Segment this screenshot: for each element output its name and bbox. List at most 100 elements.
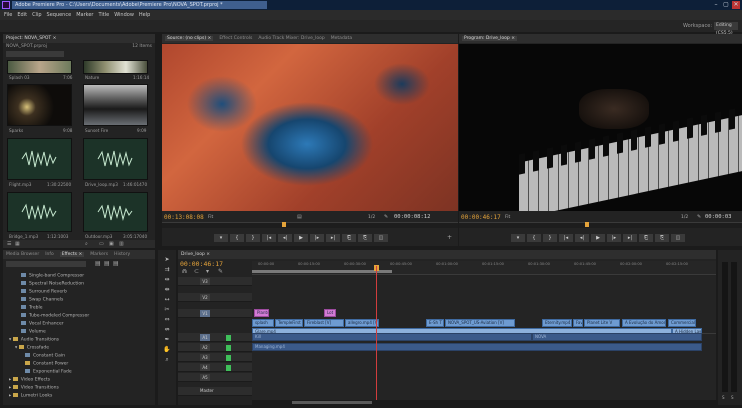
search-icon[interactable]: ⌕ (85, 241, 88, 247)
track-header-v1[interactable]: V1 (178, 309, 252, 318)
menu-help[interactable]: Help (139, 12, 150, 18)
slip-tool-icon[interactable]: ⇔ (163, 316, 171, 324)
maximize-button[interactable]: ▢ (722, 1, 730, 9)
audio-thumbnail[interactable] (83, 138, 148, 180)
go-to-in-button[interactable]: |◂ (262, 234, 276, 242)
track-label[interactable]: A4 (200, 364, 210, 371)
effect-item[interactable]: Spectral NoiseReduction (21, 281, 84, 287)
folder-crossfade[interactable]: ▾ Crossfade (15, 345, 49, 351)
track-header-a5[interactable]: A5 (178, 373, 252, 382)
rolling-edit-tool-icon[interactable]: ⇼ (163, 286, 171, 294)
track-header-a3[interactable]: A3 (178, 353, 252, 362)
transition-item[interactable]: Exponential Fade (25, 369, 72, 375)
folder-video-effects[interactable]: ▸ Video Effects (9, 377, 50, 383)
time-ruler[interactable]: 00:00:00 00:00:15:00 00:00:30:00 00:00:4… (252, 261, 716, 275)
clip[interactable]: Eternity.mp4 (542, 319, 572, 327)
add-button-icon[interactable]: + (447, 234, 452, 241)
step-back-button[interactable]: ◂| (575, 234, 589, 242)
solo-right-label[interactable]: S (731, 395, 734, 400)
trash-icon[interactable]: ▥ (119, 241, 124, 247)
project-search-input[interactable] (6, 51, 64, 57)
hand-tool-icon[interactable]: ✋ (163, 346, 171, 354)
list-view-icon[interactable]: ☰ (7, 241, 11, 247)
program-fit-select[interactable]: Fit (505, 215, 510, 220)
tab-program[interactable]: Program: Drive_loop × (462, 36, 517, 41)
menu-window[interactable]: Window (114, 12, 134, 18)
step-forward-button[interactable]: |▸ (607, 234, 621, 242)
solo-toggle[interactable] (226, 364, 231, 371)
icon-view-icon[interactable]: ▦ (15, 241, 20, 247)
effects-search-input[interactable] (6, 261, 86, 267)
clip[interactable]: NOVA_SPOT_US-Aviation [V] (445, 319, 515, 327)
go-to-out-button[interactable]: ▸| (326, 234, 340, 242)
folder-lumetri-looks[interactable]: ▸ Lumetri Looks (9, 393, 52, 399)
source-fit-select[interactable]: Fit (208, 215, 213, 220)
effect-item[interactable]: Vocal Enhancer (21, 321, 64, 327)
track-label[interactable]: A5 (200, 374, 210, 381)
play-button[interactable]: ▶ (591, 234, 605, 242)
clip[interactable]: TempleFirst (275, 319, 303, 327)
solo-left-label[interactable]: S (722, 395, 725, 400)
track-label[interactable]: A3 (200, 354, 210, 361)
clip[interactable]: Lot (324, 309, 336, 317)
32bit-effects-icon[interactable]: ▤ (104, 260, 110, 267)
thumbnail-nature[interactable] (83, 60, 148, 74)
playhead-line[interactable] (376, 266, 377, 400)
program-scrubber[interactable] (459, 222, 742, 228)
extract-button[interactable]: ⎘ (655, 234, 669, 242)
audio-clip[interactable]: Managing.mp4 (252, 343, 702, 351)
audio-clip[interactable]: Kill (252, 333, 532, 341)
overwrite-button[interactable]: ⎘ (358, 234, 372, 242)
program-resolution-select[interactable]: 1/2 (681, 215, 688, 220)
lift-button[interactable]: ⎗ (639, 234, 653, 242)
audio-clip[interactable]: NOVA (532, 333, 702, 341)
effect-item[interactable]: Surround Reverb (21, 289, 67, 295)
mark-out-button[interactable]: } (246, 234, 260, 242)
audio-thumbnail[interactable] (7, 138, 72, 180)
work-area-bar[interactable] (252, 270, 392, 273)
selection-tool-icon[interactable]: ➤ (163, 256, 171, 264)
settings-wrench-icon[interactable]: ✎ (384, 214, 388, 220)
track-label[interactable]: A2 (200, 344, 210, 351)
razor-tool-icon[interactable]: ✂ (163, 306, 171, 314)
clip[interactable]: Planet Lite V (584, 319, 620, 327)
accelerated-effects-icon[interactable]: ▤ (95, 260, 101, 267)
clip[interactable]: allegro.mp4 [V] (345, 319, 379, 327)
timeline-timecode[interactable]: 00:00:46:17 (180, 260, 223, 268)
menu-edit[interactable]: Edit (17, 12, 27, 18)
menu-title[interactable]: Title (98, 12, 109, 18)
timeline-settings-icon[interactable]: ✎ (218, 268, 223, 275)
ripple-edit-tool-icon[interactable]: ⇹ (163, 276, 171, 284)
tab-sequence[interactable]: Drive_loop × (181, 252, 210, 257)
source-video-frame[interactable] (162, 44, 458, 211)
go-to-in-button[interactable]: |◂ (559, 234, 573, 242)
snap-icon[interactable]: ⋒ (182, 268, 187, 275)
tab-audio-mixer[interactable]: Audio Track Mixer: Drive_loop (258, 36, 324, 41)
workspace-select[interactable]: Editing (CS5.5) (714, 22, 738, 36)
track-label[interactable]: A1 (200, 334, 210, 341)
solo-toggle[interactable] (226, 354, 231, 361)
timeline-horizontal-scrollbar[interactable] (252, 400, 716, 405)
thumbnail-sunset-fire[interactable] (83, 84, 148, 126)
clip[interactable]: splash (252, 319, 274, 327)
clip[interactable]: Fireblast [V] (304, 319, 344, 327)
source-playhead[interactable] (282, 222, 286, 227)
step-forward-button[interactable]: |▸ (310, 234, 324, 242)
track-header-a2[interactable]: A2 (178, 343, 252, 352)
close-button[interactable]: ✕ (732, 1, 740, 9)
pen-tool-icon[interactable]: ✒ (163, 336, 171, 344)
transition-item[interactable]: Constant Power (25, 361, 68, 367)
thumbnail-splash[interactable] (7, 60, 72, 74)
add-marker-icon[interactable]: ▾ (206, 268, 209, 275)
track-label[interactable]: V1 (200, 310, 210, 317)
audio-thumbnail[interactable] (7, 192, 72, 232)
tab-media-browser[interactable]: Media Browser (6, 252, 39, 257)
program-video-frame[interactable] (459, 44, 742, 211)
clip[interactable]: E-Sh T (426, 319, 444, 327)
tab-effects[interactable]: Effects × (59, 252, 85, 257)
settings-wrench-icon[interactable]: ✎ (697, 214, 701, 220)
mark-in-button[interactable]: { (230, 234, 244, 242)
tab-history[interactable]: History (114, 252, 130, 257)
source-resolution-select[interactable]: 1/2 (368, 215, 375, 220)
track-area[interactable]: Plants Lot splash TempleFirst Fireblast … (252, 266, 716, 400)
